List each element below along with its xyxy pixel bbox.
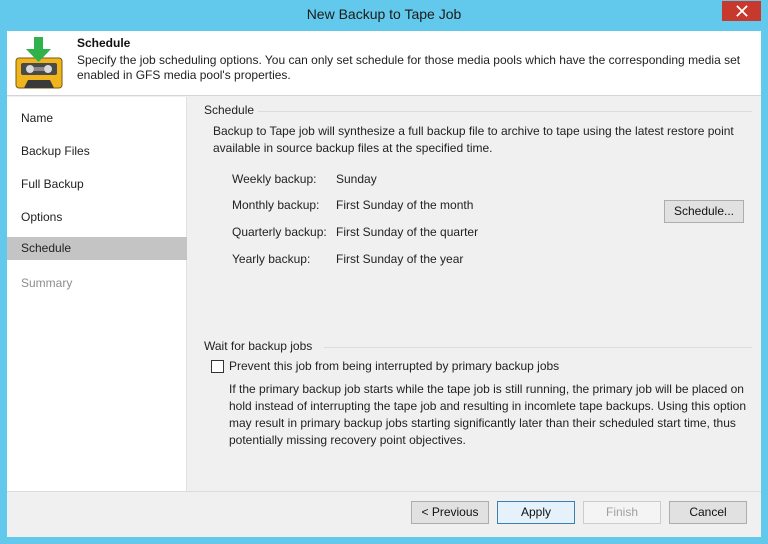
- prevent-interruption-label[interactable]: Prevent this job from being interrupted …: [229, 359, 559, 373]
- page-title: Schedule: [77, 36, 131, 50]
- weekly-backup-label: Weekly backup:: [232, 172, 317, 186]
- step-summary: Summary: [21, 276, 73, 290]
- step-schedule[interactable]: Schedule: [7, 237, 187, 260]
- yearly-backup-value: First Sunday of the year: [336, 252, 464, 266]
- step-full-backup[interactable]: Full Backup: [7, 173, 187, 196]
- window-title: New Backup to Tape Job: [306, 6, 462, 22]
- quarterly-backup-label: Quarterly backup:: [232, 225, 327, 239]
- step-backup-files[interactable]: Backup Files: [7, 140, 187, 163]
- quarterly-backup-value: First Sunday of the quarter: [336, 225, 479, 239]
- monthly-backup-value: First Sunday of the month: [336, 198, 474, 212]
- weekly-backup-value: Sunday: [336, 172, 377, 186]
- yearly-backup-label: Yearly backup:: [232, 252, 311, 266]
- wait-group-label: Wait for backup jobs: [204, 339, 313, 353]
- close-button[interactable]: [722, 1, 761, 21]
- title-bar[interactable]: New Backup to Tape Job: [0, 0, 768, 31]
- schedule-group-divider: [258, 111, 752, 112]
- schedule-button[interactable]: Schedule...: [664, 200, 744, 223]
- step-content: Schedule Backup to Tape job will synthes…: [188, 97, 761, 491]
- prevent-interruption-checkbox[interactable]: [211, 360, 224, 373]
- cancel-button[interactable]: Cancel: [669, 501, 747, 524]
- wait-description: If the primary backup job starts while t…: [229, 382, 746, 447]
- step-name[interactable]: Name: [7, 107, 187, 130]
- monthly-backup-label: Monthly backup:: [232, 198, 320, 212]
- tape-download-icon: [14, 36, 66, 90]
- wizard-window: New Backup to Tape Job Schedule Specify …: [0, 0, 768, 544]
- page-description: Specify the job scheduling options. You …: [77, 53, 741, 82]
- previous-button[interactable]: < Previous: [411, 501, 489, 524]
- wizard-header: Schedule Specify the job scheduling opti…: [7, 31, 761, 96]
- wait-group-divider: [324, 347, 752, 348]
- schedule-group-label: Schedule: [204, 103, 255, 117]
- footer-divider: [7, 491, 761, 492]
- step-options[interactable]: Options: [7, 206, 187, 229]
- apply-button[interactable]: Apply: [497, 501, 575, 524]
- schedule-description: Backup to Tape job will synthesize a ful…: [213, 124, 734, 155]
- finish-button: Finish: [583, 501, 661, 524]
- wizard-client: Schedule Specify the job scheduling opti…: [7, 31, 761, 537]
- close-icon: [735, 5, 748, 17]
- wizard-steps: Name Backup Files Full Backup Options Sc…: [7, 97, 187, 491]
